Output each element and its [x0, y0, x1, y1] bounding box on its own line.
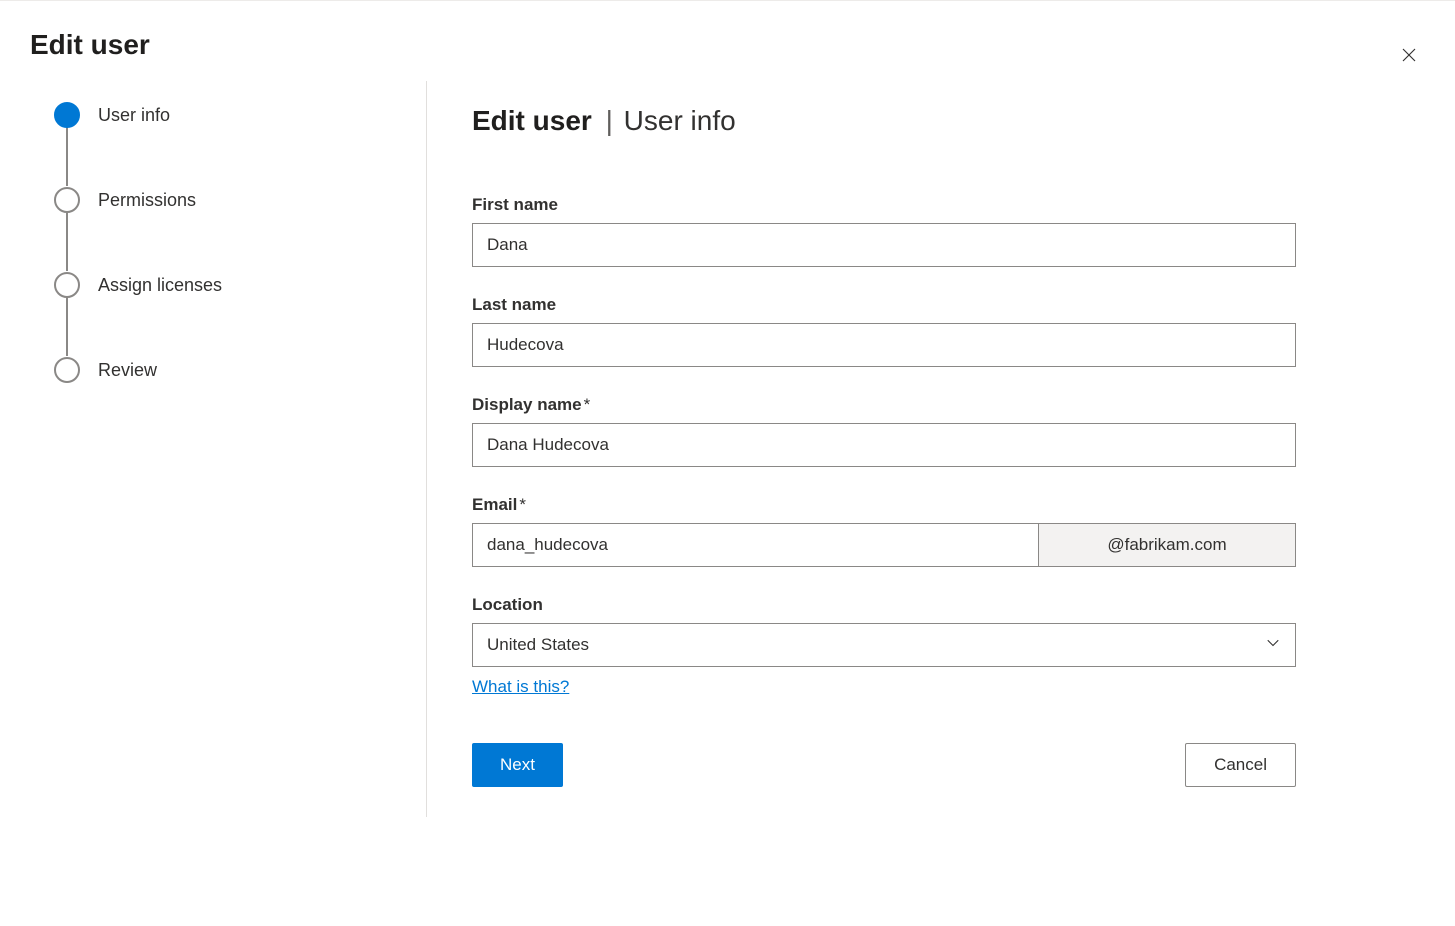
location-label: Location [472, 595, 1296, 615]
step-connector [66, 212, 68, 271]
cancel-button[interactable]: Cancel [1185, 743, 1296, 787]
panel-title: Edit user [30, 29, 1425, 61]
page-heading: Edit user | User info [472, 105, 1296, 137]
wizard-steps-sidebar: User info Permissions Assign licenses Re… [30, 81, 426, 817]
last-name-input[interactable] [472, 323, 1296, 367]
step-indicator-active-icon [54, 102, 80, 128]
next-button[interactable]: Next [472, 743, 563, 787]
step-review[interactable]: Review [54, 356, 426, 384]
heading-subtitle: User info [624, 105, 736, 136]
location-value: United States [487, 635, 589, 655]
last-name-label: Last name [472, 295, 1296, 315]
first-name-label: First name [472, 195, 1296, 215]
step-label: User info [98, 105, 170, 126]
step-label: Assign licenses [98, 275, 222, 296]
step-connector [66, 297, 68, 356]
step-indicator-icon [54, 357, 80, 383]
heading-main: Edit user [472, 105, 592, 136]
step-assign-licenses[interactable]: Assign licenses [54, 271, 426, 299]
step-label: Review [98, 360, 157, 381]
step-user-info[interactable]: User info [54, 101, 426, 129]
main-form-panel: Edit user | User info First name Last na… [426, 81, 1346, 817]
step-permissions[interactable]: Permissions [54, 186, 426, 214]
display-name-input[interactable] [472, 423, 1296, 467]
email-domain-selector[interactable]: @fabrikam.com [1038, 523, 1296, 567]
step-label: Permissions [98, 190, 196, 211]
step-indicator-icon [54, 272, 80, 298]
email-input[interactable] [472, 523, 1038, 567]
close-button[interactable] [1397, 43, 1421, 67]
step-connector [66, 127, 68, 186]
close-icon [1400, 46, 1418, 64]
location-help-link[interactable]: What is this? [472, 677, 569, 697]
display-name-label: Display name* [472, 395, 1296, 415]
step-indicator-icon [54, 187, 80, 213]
heading-separator: | [606, 105, 613, 136]
first-name-input[interactable] [472, 223, 1296, 267]
location-select[interactable]: United States [472, 623, 1296, 667]
email-label: Email* [472, 495, 1296, 515]
